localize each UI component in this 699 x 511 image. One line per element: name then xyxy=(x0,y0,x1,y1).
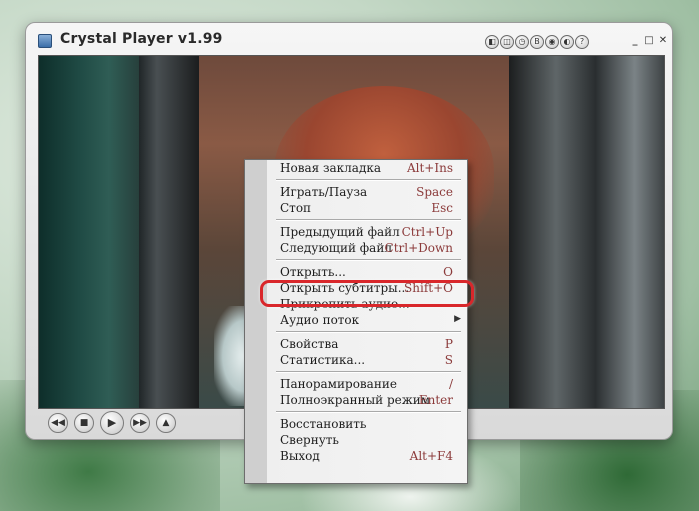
menu-item-shortcut: Alt+Ins xyxy=(406,161,453,175)
previous-button[interactable]: ◀◀ xyxy=(48,413,68,433)
menu-item[interactable]: Следующий файл Ctrl+Down xyxy=(245,240,467,256)
video-frame-left xyxy=(39,56,139,408)
bookmark-icon[interactable]: B xyxy=(530,35,544,49)
context-menu: Новая закладка Alt+Ins Играть/Пауза Space Ст… xyxy=(244,159,468,484)
playlist-icon[interactable]: ◧ xyxy=(485,35,499,49)
menu-item[interactable]: Панорамирование / xyxy=(245,376,467,392)
menu-item-shortcut: Space xyxy=(416,185,453,199)
menu-item[interactable]: Свернуть xyxy=(245,432,467,448)
record-icon[interactable]: ◉ xyxy=(545,35,559,49)
menu-item-label: Свойства xyxy=(280,337,339,351)
menu-item[interactable]: Стоп Esc xyxy=(245,200,467,216)
menu-item-label: Открыть... xyxy=(280,265,346,279)
menu-item[interactable]: Играть/Пауза Space xyxy=(245,184,467,200)
title-tool-buttons: ◧ ◫ ◷ B ◉ ◐ ? xyxy=(485,35,589,50)
menu-item-shortcut: Ctrl+Down xyxy=(384,241,453,255)
menu-item-shortcut: / xyxy=(448,377,453,391)
menu-item-label: Панорамирование xyxy=(280,377,397,391)
menu-item-shortcut: P xyxy=(444,337,453,351)
clock-icon[interactable]: ◷ xyxy=(515,35,529,49)
menu-item[interactable]: Восстановить xyxy=(245,416,467,432)
menu-separator xyxy=(245,408,467,416)
submenu-arrow-icon: ▶ xyxy=(454,314,461,324)
window-controls: _ □ ✕ xyxy=(629,35,669,47)
menu-item-shortcut: Esc xyxy=(431,201,453,215)
menu-item-shortcut: Alt+F4 xyxy=(409,449,453,463)
menu-item-label: Свернуть xyxy=(280,433,339,447)
settings-icon[interactable]: ◐ xyxy=(560,35,574,49)
minimize-button[interactable]: _ xyxy=(629,35,641,47)
maximize-button[interactable]: □ xyxy=(643,35,655,47)
menu-item[interactable]: Свойства P xyxy=(245,336,467,352)
menu-item[interactable]: Статистика... S xyxy=(245,352,467,368)
stop-button[interactable]: ■ xyxy=(74,413,94,433)
help-icon[interactable]: ? xyxy=(575,35,589,49)
menu-item-label: Стоп xyxy=(280,201,312,215)
menu-item-shortcut: Enter xyxy=(418,393,453,407)
menu-item[interactable]: Аудио поток ▶ xyxy=(245,312,467,328)
menu-item-shortcut: O xyxy=(443,265,453,279)
menu-item-shortcut: Ctrl+Up xyxy=(401,225,453,239)
menu-item-label: Восстановить xyxy=(280,417,367,431)
menu-item[interactable]: Открыть... O xyxy=(245,264,467,280)
window-title: Crystal Player v1.99 xyxy=(60,31,223,47)
eject-button[interactable]: ▲ xyxy=(156,413,176,433)
video-frame-right xyxy=(509,56,664,408)
video-frame-glass xyxy=(139,56,199,408)
context-menu-items: Новая закладка Alt+Ins Играть/Пауза Space Ст… xyxy=(245,160,467,464)
menu-item[interactable]: Выход Alt+F4 xyxy=(245,448,467,464)
equalizer-icon[interactable]: ◫ xyxy=(500,35,514,49)
menu-item-shortcut: S xyxy=(444,353,453,367)
menu-item-label: Статистика... xyxy=(280,353,366,367)
title-bar[interactable]: Crystal Player v1.99 ◧ ◫ ◷ B ◉ ◐ ? _ □ ✕ xyxy=(26,23,672,55)
highlight-annotation xyxy=(260,280,474,307)
menu-item-label: Новая закладка xyxy=(280,161,382,175)
menu-separator xyxy=(245,368,467,376)
menu-item-label: Аудио поток xyxy=(280,313,360,327)
menu-item-label: Полноэкранный режим xyxy=(280,393,431,407)
menu-separator xyxy=(245,216,467,224)
menu-item-label: Следующий файл xyxy=(280,241,392,255)
playback-controls: ◀◀ ■ ▶ ▶▶ ▲ xyxy=(48,411,176,435)
app-icon[interactable] xyxy=(38,34,52,48)
close-button[interactable]: ✕ xyxy=(657,35,669,47)
menu-item[interactable]: Новая закладка Alt+Ins xyxy=(245,160,467,176)
play-button[interactable]: ▶ xyxy=(100,411,124,435)
menu-item[interactable]: Предыдущий файл Ctrl+Up xyxy=(245,224,467,240)
menu-separator xyxy=(245,176,467,184)
menu-item-label: Играть/Пауза xyxy=(280,185,368,199)
menu-item[interactable]: Полноэкранный режим Enter xyxy=(245,392,467,408)
menu-separator xyxy=(245,256,467,264)
menu-item-label: Предыдущий файл xyxy=(280,225,400,239)
menu-item-label: Выход xyxy=(280,449,320,463)
next-button[interactable]: ▶▶ xyxy=(130,413,150,433)
menu-separator xyxy=(245,328,467,336)
